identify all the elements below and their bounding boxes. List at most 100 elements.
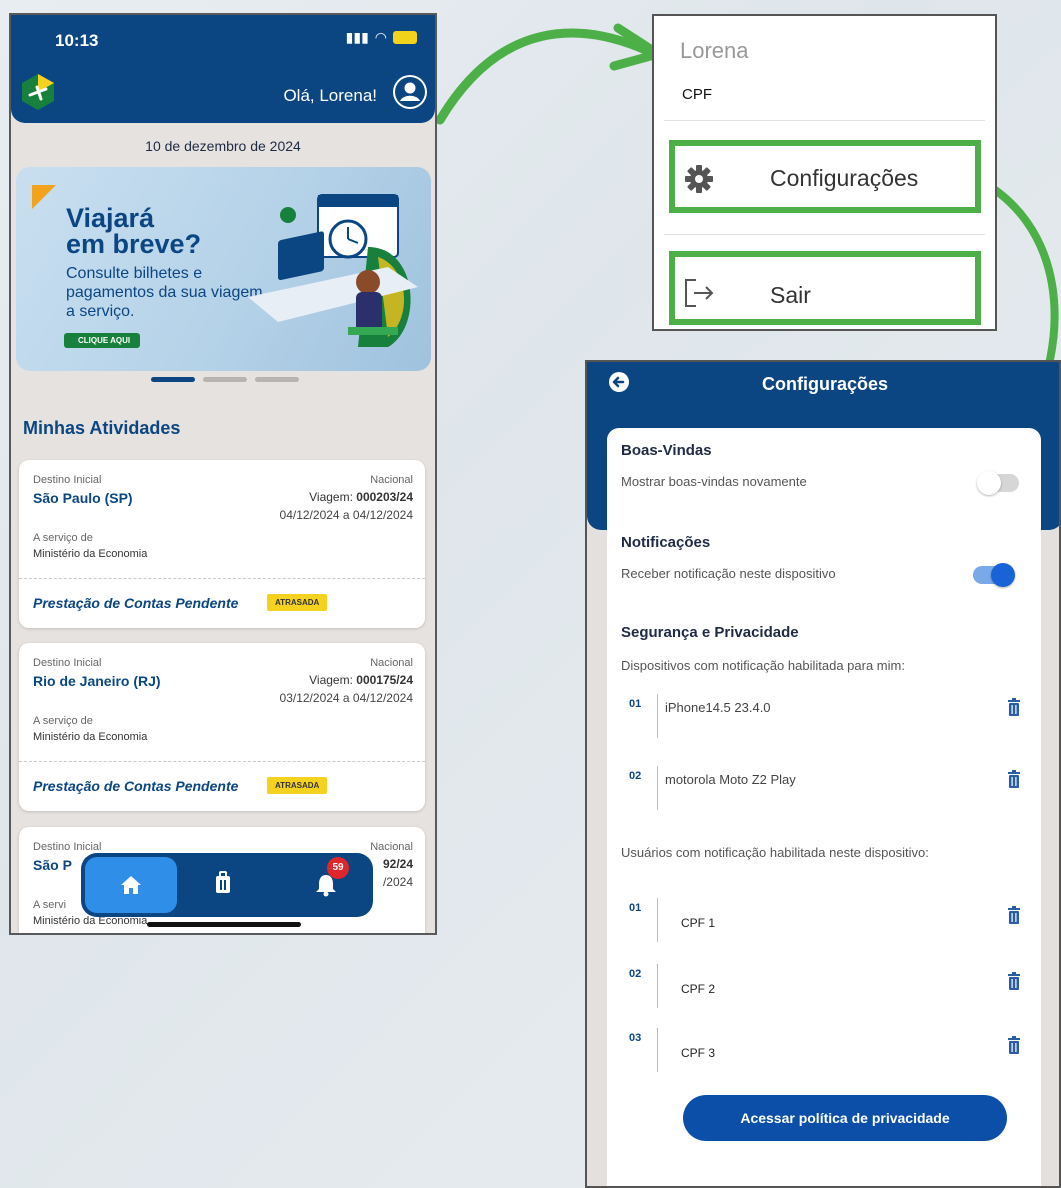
- row-divider: [657, 898, 658, 942]
- row-divider: [657, 694, 658, 738]
- menu-divider: [664, 120, 985, 121]
- notification-count-badge: 59: [327, 857, 349, 879]
- banner-title-line2: em breve?: [66, 229, 202, 259]
- carousel-dot-2[interactable]: [203, 377, 247, 382]
- logout-icon: [685, 279, 714, 307]
- settings-title: Configurações: [761, 374, 889, 394]
- home-icon: [121, 876, 141, 894]
- device-number: 02: [629, 770, 642, 782]
- activity-card[interactable]: Destino Inicial Nacional São Paulo (SP) …: [19, 460, 425, 628]
- dest-city: Rio de Janeiro (RJ): [33, 673, 161, 689]
- menu-item-sair-label[interactable]: Sair: [770, 282, 811, 309]
- trash-icon[interactable]: [1007, 698, 1021, 716]
- wifi-icon: ◠: [374, 29, 387, 45]
- trash-icon[interactable]: [1007, 906, 1021, 924]
- row-divider: [657, 766, 658, 810]
- service-org: Ministério da Economia: [33, 548, 148, 560]
- user-cpf: CPF 1: [681, 916, 716, 930]
- notifications-text: Receber notificação neste dispositivo: [621, 566, 836, 581]
- app-logo-icon[interactable]: [19, 73, 57, 111]
- carousel-dot-3[interactable]: [255, 377, 299, 382]
- service-label: A servi: [33, 899, 67, 911]
- trip-dates: 03/12/2024 a 04/12/2024: [279, 691, 413, 705]
- trip-id: 000203/24: [356, 490, 413, 504]
- banner-illustration: [248, 194, 418, 347]
- trip-number: Viagem: 000175/24: [309, 673, 413, 687]
- card-divider: [19, 761, 425, 762]
- dest-label: Destino Inicial: [33, 657, 102, 669]
- dest-label: Destino Inicial: [33, 474, 102, 486]
- row-divider: [657, 964, 658, 1008]
- greeting: Olá, Lorena!: [283, 86, 377, 105]
- trip-id: 000175/24: [356, 673, 413, 687]
- section-title: Minhas Atividades: [23, 418, 181, 438]
- welcome-text: Mostrar boas-vindas novamente: [621, 474, 807, 489]
- home-indicator: [147, 922, 301, 927]
- trip-number: Viagem: 000203/24: [309, 490, 413, 504]
- trip-scope: Nacional: [370, 841, 413, 853]
- welcome-toggle[interactable]: [977, 471, 1019, 495]
- user-row: 01 CPF 1: [621, 898, 1031, 948]
- luggage-icon: [216, 871, 230, 893]
- late-badge: ATRASADA: [267, 594, 328, 611]
- device-name: iPhone14.5 23.4.0: [665, 700, 771, 715]
- status-icons: ▮▮▮ ◠: [346, 29, 417, 46]
- trip-dates: /2024: [382, 875, 413, 889]
- nav-home-button[interactable]: [85, 857, 177, 913]
- trip-dates: 04/12/2024 a 04/12/2024: [279, 508, 413, 522]
- row-divider: [657, 1028, 658, 1072]
- profile-avatar-icon[interactable]: [393, 75, 427, 109]
- signal-icon: ▮▮▮: [345, 29, 369, 45]
- battery-icon: [393, 31, 417, 44]
- promo-banner[interactable]: Viajará em breve? Consulte bilhetes e pa…: [16, 167, 431, 371]
- banner-title: Viajará em breve?: [66, 203, 256, 259]
- settings-panel: Boas-Vindas Mostrar boas-vindas novament…: [607, 428, 1041, 1186]
- device-row: 01 iPhone14.5 23.4.0: [621, 694, 1031, 744]
- user-cpf: CPF 3: [681, 1046, 716, 1060]
- activity-card[interactable]: Destino Inicial Nacional Rio de Janeiro …: [19, 643, 425, 811]
- app-header: 10:13 ▮▮▮ ◠ Olá, Lorena!: [11, 15, 435, 123]
- carousel-dot-1[interactable]: [151, 377, 195, 382]
- pending-status[interactable]: Prestação de Contas Pendente: [33, 595, 238, 611]
- device-number: 01: [629, 698, 642, 710]
- privacy-policy-button[interactable]: Acessar política de privacidade: [683, 1095, 1007, 1141]
- current-date: 10 de dezembro de 2024: [145, 138, 301, 154]
- trash-icon[interactable]: [1007, 770, 1021, 788]
- pending-status[interactable]: Prestação de Contas Pendente: [33, 778, 238, 794]
- trash-icon[interactable]: [1007, 972, 1021, 990]
- device-name: motorola Moto Z2 Play: [665, 772, 796, 787]
- welcome-heading: Boas-Vindas: [621, 442, 712, 459]
- trip-scope: Nacional: [370, 474, 413, 486]
- user-number: 03: [629, 1032, 642, 1044]
- arrow-to-menu: [435, 28, 655, 125]
- service-label: A serviço de: [33, 532, 93, 544]
- banner-title-line1: Viajará: [66, 203, 155, 233]
- user-cpf: CPF 2: [681, 982, 716, 996]
- banner-cta-button[interactable]: CLIQUE AQUI: [64, 333, 141, 348]
- user-row: 03 CPF 3: [621, 1028, 1031, 1078]
- card-divider: [19, 578, 425, 579]
- menu-user-cpf: CPF: [682, 86, 712, 103]
- user-number: 01: [629, 902, 642, 914]
- bottom-nav: 59: [81, 853, 373, 917]
- trash-icon[interactable]: [1007, 1036, 1021, 1054]
- carousel-dots[interactable]: [151, 377, 299, 382]
- security-heading: Segurança e Privacidade: [621, 624, 799, 641]
- user-menu: Lorena CPF Configurações Sair: [652, 14, 997, 331]
- dest-city: São Paulo (SP): [33, 490, 133, 506]
- dest-label: Destino Inicial: [33, 841, 102, 853]
- menu-user-name: Lorena: [680, 38, 749, 63]
- nav-trips-button[interactable]: [213, 871, 233, 895]
- notifications-toggle[interactable]: [973, 563, 1015, 587]
- banner-subtitle: Consulte bilhetes e pagamentos da sua vi…: [66, 265, 263, 320]
- service-org: Ministério da Economia: [33, 731, 148, 743]
- home-screen: 10:13 ▮▮▮ ◠ Olá, Lorena! 10 de dezembro …: [9, 13, 437, 935]
- status-time: 10:13: [55, 31, 99, 50]
- late-badge: ATRASADA: [267, 777, 328, 794]
- menu-item-configuracoes-label[interactable]: Configurações: [770, 165, 918, 192]
- user-number: 02: [629, 968, 642, 980]
- user-row: 02 CPF 2: [621, 964, 1031, 1014]
- settings-screen: Configurações Boas-Vindas Mostrar boas-v…: [585, 360, 1061, 1188]
- service-label: A serviço de: [33, 715, 93, 727]
- users-label: Usuários com notificação habilitada nest…: [621, 845, 929, 860]
